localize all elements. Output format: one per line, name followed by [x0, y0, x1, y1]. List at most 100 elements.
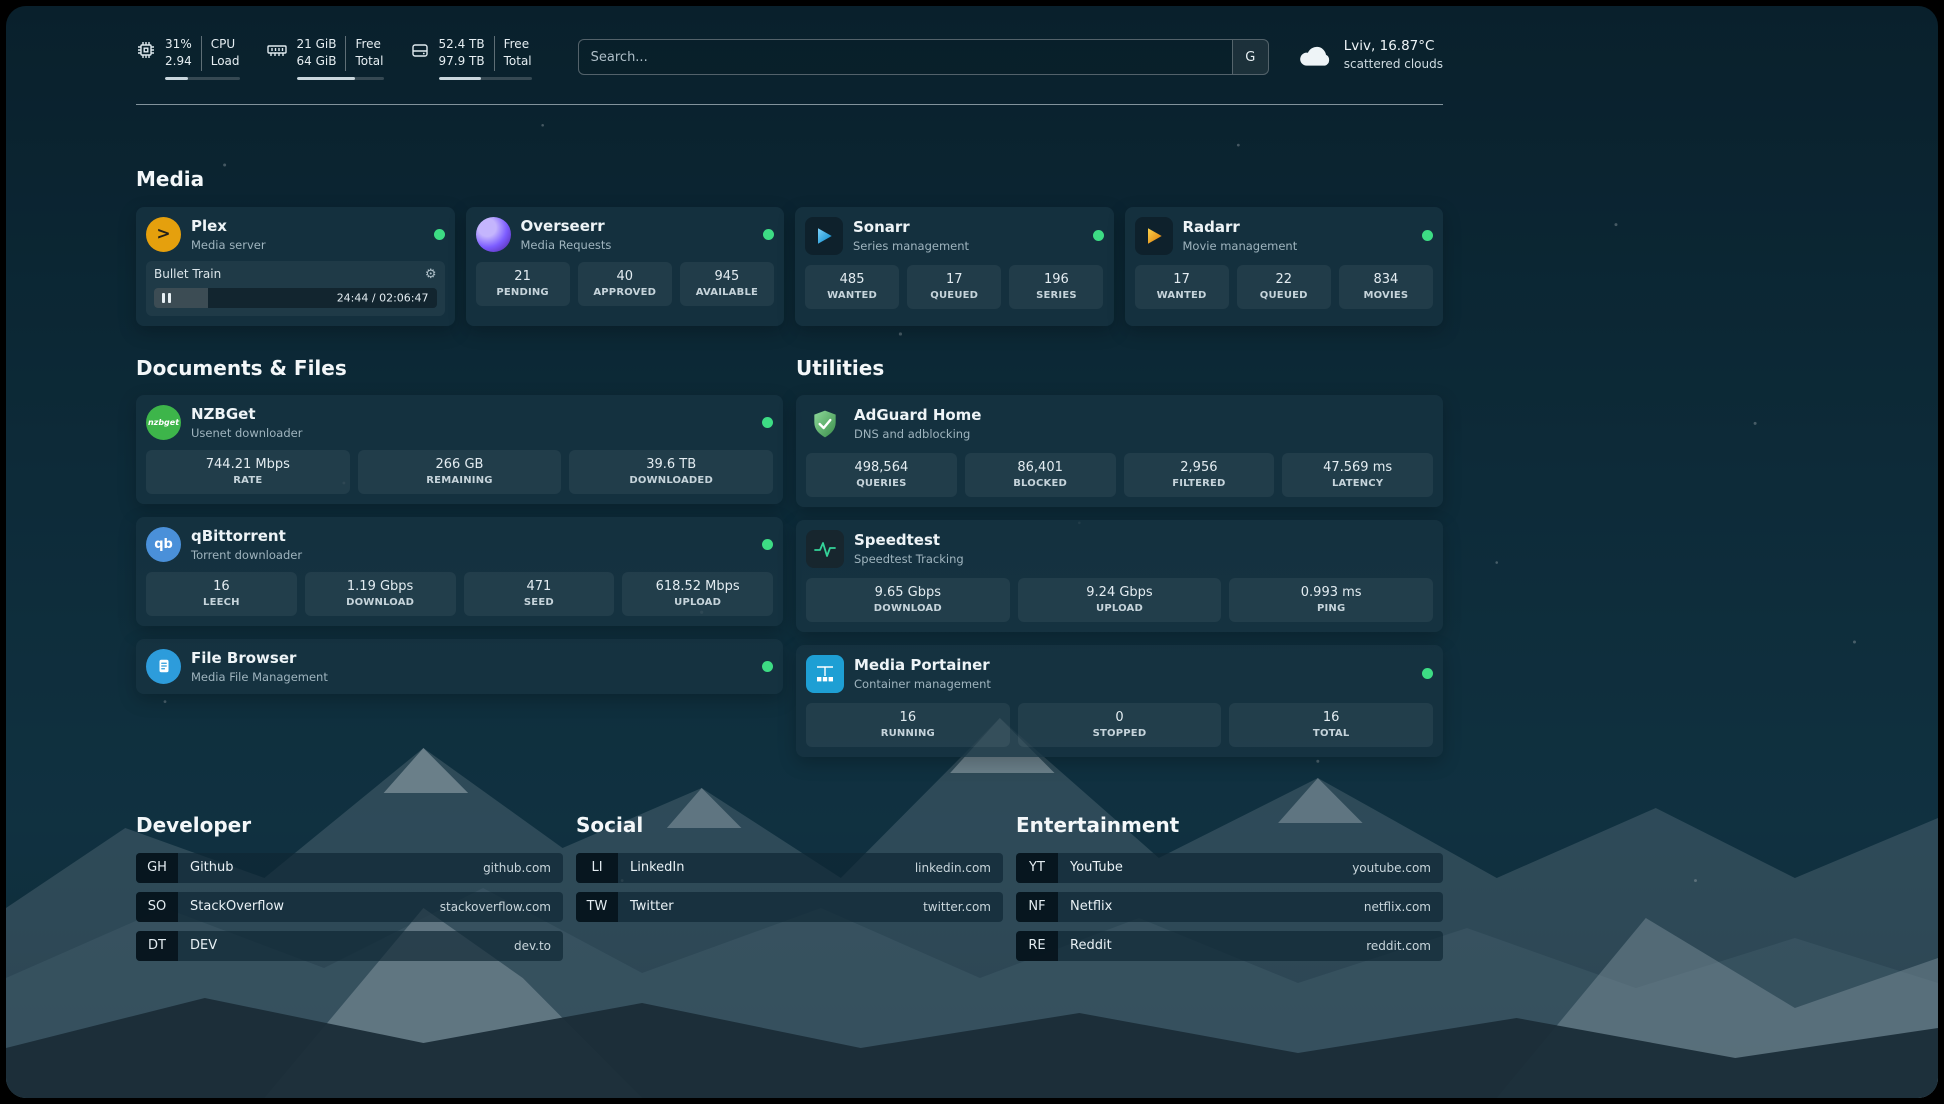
- app-desc: Series management: [853, 239, 969, 253]
- stat-value: 266 GB: [362, 457, 558, 472]
- app-card-radarr[interactable]: Radarr Movie management 17 WANTED 22 QUE…: [1125, 207, 1444, 326]
- app-desc: Container management: [854, 677, 991, 691]
- stat-movies: 834 MOVIES: [1339, 265, 1433, 309]
- stat-queries: 498,564 QUERIES: [806, 453, 957, 497]
- stat-label: PING: [1233, 603, 1429, 614]
- disk-free-label: Free: [504, 36, 532, 53]
- bookmark-url: stackoverflow.com: [440, 900, 551, 914]
- bookmark-abbr: LI: [576, 853, 618, 883]
- stat-value: 1.19 Gbps: [309, 579, 452, 594]
- stat-label: MOVIES: [1343, 290, 1429, 301]
- section-utilities: Utilities: [796, 356, 1443, 757]
- stat-label: PENDING: [480, 287, 566, 298]
- stat-label: SERIES: [1013, 290, 1099, 301]
- memory-free: 21 GiB: [297, 36, 337, 53]
- app-name: Radarr: [1183, 218, 1298, 236]
- memory-total: 64 GiB: [297, 53, 337, 70]
- stat-value: 17: [911, 272, 997, 287]
- sonarr-icon: [805, 217, 843, 255]
- memory-stat: 21 GiB 64 GiB Free Total: [266, 36, 384, 80]
- stat-label: UPLOAD: [1022, 603, 1218, 614]
- bookmark-reddit[interactable]: RE Reddit reddit.com: [1016, 931, 1443, 961]
- stat-upload: 9.24 Gbps UPLOAD: [1018, 578, 1222, 622]
- bookmark-github[interactable]: GH Github github.com: [136, 853, 563, 883]
- bookmark-twitter[interactable]: TW Twitter twitter.com: [576, 892, 1003, 922]
- bookmark-abbr: NF: [1016, 892, 1058, 922]
- bookmark-url: twitter.com: [923, 900, 991, 914]
- search-engine-button[interactable]: G: [1232, 40, 1268, 74]
- stat-label: APPROVED: [582, 287, 668, 298]
- bookmark-name: StackOverflow: [190, 899, 284, 914]
- app-card-nzbget[interactable]: nzbget NZBGet Usenet downloader 744.21 M…: [136, 395, 783, 504]
- app-card-filebrowser[interactable]: File Browser Media File Management: [136, 639, 783, 694]
- stat-approved: 40 APPROVED: [578, 262, 672, 306]
- weather-location: Lviv, 16.87°C: [1344, 38, 1443, 54]
- app-card-plex[interactable]: > Plex Media server Bullet Train ⚙: [136, 207, 455, 326]
- stat-label: SEED: [468, 597, 611, 608]
- stat-value: 16: [810, 710, 1006, 725]
- app-card-portainer[interactable]: Media Portainer Container management 16 …: [796, 645, 1443, 757]
- search-bar[interactable]: G: [578, 39, 1269, 75]
- topbar-divider: [136, 104, 1443, 105]
- app-card-qbittorrent[interactable]: qb qBittorrent Torrent downloader 16 LEE…: [136, 517, 783, 626]
- app-name: File Browser: [191, 649, 328, 667]
- stat-running: 16 RUNNING: [806, 703, 1010, 747]
- disk-total: 97.9 TB: [439, 53, 485, 70]
- disk-icon: [410, 40, 430, 60]
- app-name: NZBGet: [191, 405, 302, 423]
- stat-upload: 618.52 Mbps UPLOAD: [622, 572, 773, 616]
- stat-value: 834: [1343, 272, 1429, 287]
- bookmark-name: YouTube: [1070, 860, 1123, 875]
- app-desc: DNS and adblocking: [854, 427, 981, 441]
- stat-value: 485: [809, 272, 895, 287]
- status-dot: [763, 229, 774, 240]
- cpu-load-value: 2.94: [165, 53, 192, 70]
- bookmark-dev[interactable]: DT DEV dev.to: [136, 931, 563, 961]
- stat-download: 9.65 Gbps DOWNLOAD: [806, 578, 1010, 622]
- app-card-speedtest[interactable]: Speedtest Speedtest Tracking 9.65 Gbps D…: [796, 520, 1443, 632]
- weather-widget: Lviv, 16.87°C scattered clouds: [1297, 38, 1443, 71]
- qbittorrent-icon: qb: [146, 527, 181, 562]
- app-card-sonarr[interactable]: Sonarr Series management 485 WANTED 17 Q…: [795, 207, 1114, 326]
- bookmark-abbr: RE: [1016, 931, 1058, 961]
- playback-time: 24:44 / 02:06:47: [337, 291, 429, 304]
- stat-value: 9.24 Gbps: [1022, 585, 1218, 600]
- stat-label: BLOCKED: [969, 478, 1112, 489]
- stat-label: DOWNLOAD: [309, 597, 452, 608]
- bookmark-linkedin[interactable]: LI LinkedIn linkedin.com: [576, 853, 1003, 883]
- stat-value: 471: [468, 579, 611, 594]
- stat-label: LATENCY: [1286, 478, 1429, 489]
- memory-free-label: Free: [355, 36, 383, 53]
- bookmark-stackoverflow[interactable]: SO StackOverflow stackoverflow.com: [136, 892, 563, 922]
- stat-label: RUNNING: [810, 728, 1006, 739]
- search-input[interactable]: [579, 40, 1232, 74]
- stat-value: 40: [582, 269, 668, 284]
- bookmark-abbr: YT: [1016, 853, 1058, 883]
- pause-button[interactable]: [162, 293, 171, 303]
- memory-total-label: Total: [355, 53, 383, 70]
- gear-icon[interactable]: ⚙: [425, 267, 437, 282]
- playback-progressbar[interactable]: 24:44 / 02:06:47: [154, 288, 437, 308]
- stat-wanted: 485 WANTED: [805, 265, 899, 309]
- app-card-adguard[interactable]: AdGuard Home DNS and adblocking 498,564 …: [796, 395, 1443, 507]
- bookmark-youtube[interactable]: YT YouTube youtube.com: [1016, 853, 1443, 883]
- now-playing-title: Bullet Train: [154, 267, 221, 281]
- app-desc: Media Requests: [521, 238, 612, 252]
- bookmarks-developer: Developer GH Github github.com SO StackO…: [136, 813, 563, 970]
- status-dot: [1422, 668, 1433, 679]
- status-dot: [762, 539, 773, 550]
- stat-value: 0.993 ms: [1233, 585, 1429, 600]
- bookmark-url: netflix.com: [1364, 900, 1431, 914]
- app-card-overseerr[interactable]: Overseerr Media Requests 21 PENDING 40 A…: [466, 207, 785, 326]
- stat-blocked: 86,401 BLOCKED: [965, 453, 1116, 497]
- bookmark-netflix[interactable]: NF Netflix netflix.com: [1016, 892, 1443, 922]
- app-desc: Speedtest Tracking: [854, 552, 964, 566]
- bookmark-name: LinkedIn: [630, 860, 684, 875]
- stat-value: 196: [1013, 272, 1099, 287]
- cpu-progressbar: [165, 77, 240, 80]
- disk-progressbar: [439, 77, 532, 80]
- stat-label: DOWNLOADED: [573, 475, 769, 486]
- stat-value: 9.65 Gbps: [810, 585, 1006, 600]
- app-name: Sonarr: [853, 218, 969, 236]
- stat-label: FILTERED: [1128, 478, 1271, 489]
